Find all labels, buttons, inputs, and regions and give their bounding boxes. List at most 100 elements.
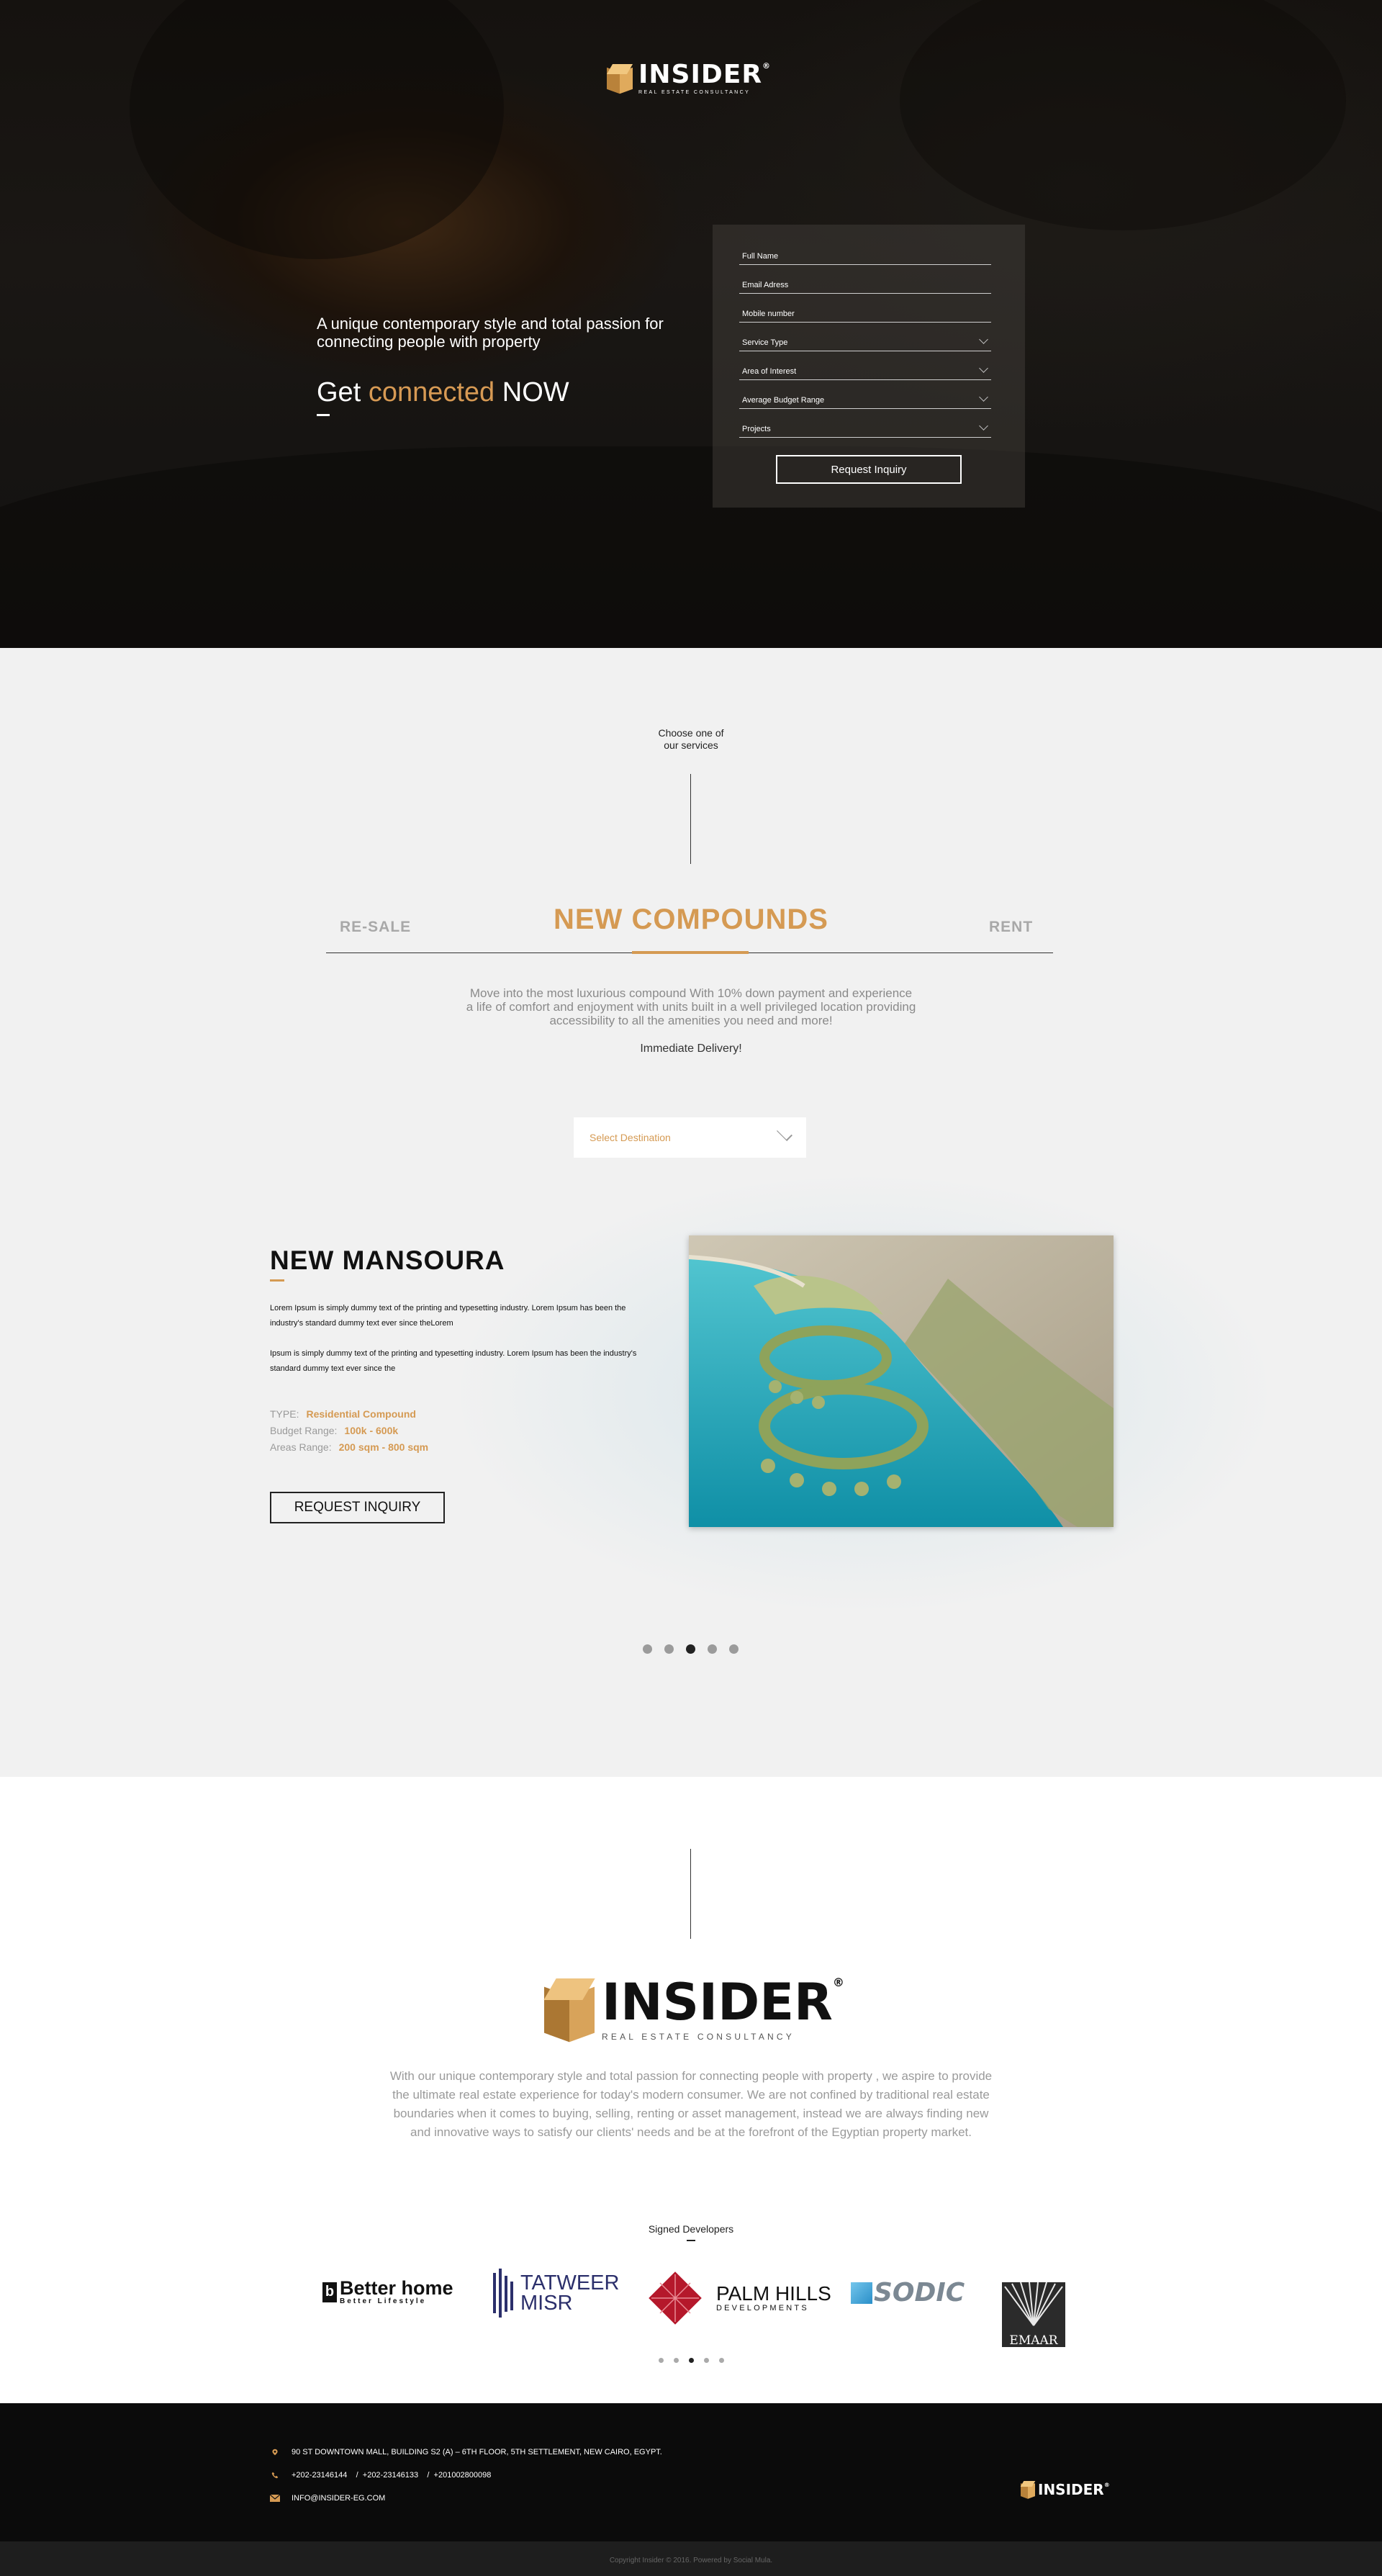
chevron-down-icon [777, 1125, 792, 1141]
services-intro-line2: our services [664, 739, 718, 751]
footer-wordmark: INSIDER [1038, 2481, 1104, 2498]
developer-slider-dot[interactable] [704, 2358, 709, 2363]
developer-name: EMAAR [1009, 2333, 1058, 2347]
divider-vertical [690, 774, 691, 864]
footer-phones: +202-23146144 / +202-23146133 / +2010028… [270, 2471, 491, 2480]
tab-resale[interactable]: RE-SALE [340, 919, 411, 936]
logo-wordmark: INSIDER [638, 60, 763, 89]
cube-logo-icon [543, 1978, 595, 2043]
developer-slider-dot[interactable] [674, 2358, 679, 2363]
phone-numbers[interactable]: +202-23146144 / +202-23146133 / +2010028… [292, 2471, 491, 2480]
meta-label: Areas Range: [270, 1441, 332, 1453]
header-logo[interactable]: INSIDER® REAL ESTATE CONSULTANCY [606, 60, 772, 95]
email-field[interactable]: Email Adress [739, 266, 991, 294]
full-name-placeholder: Full Name [742, 252, 779, 261]
developer-name-line2: MISR [520, 2292, 573, 2315]
request-inquiry-button[interactable]: Request Inquiry [776, 455, 962, 484]
logo-tagline: REAL ESTATE CONSULTANCY [638, 90, 751, 95]
project-title: NEW MANSOURA [270, 1246, 505, 1275]
mobile-placeholder: Mobile number [742, 310, 795, 318]
developer-slider-dot-active[interactable] [689, 2358, 694, 2363]
tab-rent[interactable]: RENT [989, 919, 1033, 936]
registered-mark: ® [832, 1976, 844, 1989]
tab-new-compounds[interactable]: NEW COMPOUNDS [468, 904, 914, 936]
chevron-down-icon [979, 421, 988, 431]
phone-icon [271, 2472, 279, 2479]
tree-silhouette [900, 0, 1346, 230]
slider-dot[interactable] [664, 1644, 674, 1654]
footer-email: INFO@INSIDER-EG.COM [270, 2494, 385, 2503]
email-placeholder: Email Adress [742, 281, 789, 289]
services-section: Choose one of our services RE-SALE NEW C… [0, 648, 1382, 1777]
active-tab-indicator [632, 951, 749, 954]
footer: 90 ST DOWNTOWN MALL, BUILDING S2 (A) – 6… [0, 2403, 1382, 2576]
meta-label: TYPE: [270, 1408, 299, 1420]
about-wordmark: INSIDER [602, 1973, 833, 2032]
developer-name: PALM HILLS [716, 2282, 831, 2305]
destination-placeholder: Select Destination [590, 1132, 671, 1143]
project-aerial-image [689, 1235, 1114, 1527]
area-of-interest-label: Area of Interest [742, 367, 797, 376]
meta-value: 100k - 600k [344, 1425, 399, 1436]
developer-name: SODIC [874, 2278, 965, 2307]
developer-logo-sodic[interactable]: SODIC [851, 2278, 965, 2307]
location-pin-icon [272, 2449, 278, 2456]
slider-dot[interactable] [729, 1644, 739, 1654]
project-paragraph-1: Lorem Ipsum is simply dummy text of the … [270, 1304, 626, 1328]
full-name-field[interactable]: Full Name [739, 238, 991, 265]
registered-mark: ® [762, 61, 772, 71]
ground-shadow [0, 446, 1382, 648]
about-description: With our unique contemporary style and t… [389, 2069, 993, 2139]
hero-tagline: A unique contemporary style and total pa… [317, 315, 664, 351]
cta-accent: connected [368, 377, 495, 407]
mobile-field[interactable]: Mobile number [739, 295, 991, 323]
palm-silhouette [130, 0, 504, 259]
service-description-line: a life of comfort and enjoyment with uni… [466, 1000, 916, 1014]
projects-label: Projects [742, 425, 771, 433]
developer-name: TATWEER [520, 2271, 620, 2294]
service-type-label: Service Type [742, 338, 788, 347]
developer-subtitle: DEVELOPMENTS [716, 2304, 809, 2312]
service-type-select[interactable]: Service Type [739, 324, 991, 351]
developer-logo-tatweer[interactable]: TATWEER MISR [492, 2269, 619, 2318]
budget-range-label: Average Budget Range [742, 396, 825, 405]
email-link[interactable]: INFO@INSIDER-EG.COM [292, 2494, 385, 2503]
developer-logo-betterhome[interactable]: b Better home Better Lifestyle [322, 2279, 453, 2305]
service-description-line: accessibility to all the amenities you n… [549, 1014, 833, 1027]
services-intro: Choose one of our services [619, 727, 763, 752]
cta-suffix: NOW [494, 377, 569, 407]
sunburst-icon [1004, 2282, 1063, 2326]
developer-logo-palmhills[interactable]: PALM HILLS DEVELOPMENTS [644, 2267, 831, 2329]
cube-logo-icon [1020, 2481, 1036, 2499]
project-budget: Budget Range: 100k - 600k [270, 1425, 398, 1436]
developer-slider-dot[interactable] [719, 2358, 724, 2363]
services-intro-line1: Choose one of [658, 727, 724, 739]
service-description-line: Move into the most luxurious compound Wi… [469, 986, 913, 1000]
address-text: 90 ST DOWNTOWN MALL, BUILDING S2 (A) – 6… [292, 2448, 662, 2456]
footer-address: 90 ST DOWNTOWN MALL, BUILDING S2 (A) – 6… [270, 2448, 662, 2456]
cube-icon [851, 2282, 872, 2304]
chevron-down-icon [979, 335, 988, 344]
b-icon: b [322, 2282, 337, 2302]
about-tagline: REAL ESTATE CONSULTANCY [602, 2032, 795, 2042]
meta-label: Budget Range: [270, 1425, 338, 1436]
registered-mark: ® [1103, 2482, 1110, 2488]
project-type: TYPE: Residential Compound [270, 1408, 416, 1420]
destination-dropdown[interactable]: Select Destination [574, 1117, 806, 1158]
slider-dot[interactable] [643, 1644, 652, 1654]
meta-value: 200 sqm - 800 sqm [338, 1441, 429, 1453]
area-of-interest-select[interactable]: Area of Interest [739, 353, 991, 380]
tatweer-bars-icon [493, 2269, 513, 2318]
project-request-inquiry-button[interactable]: REQUEST INQUIRY [270, 1492, 445, 1523]
developer-slider-dot[interactable] [659, 2358, 664, 2363]
budget-range-select[interactable]: Average Budget Range [739, 382, 991, 409]
chevron-down-icon [979, 364, 988, 373]
heading-underline [687, 2240, 695, 2241]
developer-logo-emaar[interactable]: EMAAR [1002, 2282, 1065, 2347]
delivery-note: Immediate Delivery! [640, 1042, 742, 1055]
slider-dot[interactable] [708, 1644, 717, 1654]
developer-name: Better home [340, 2277, 453, 2299]
slider-dot-active[interactable] [686, 1644, 695, 1654]
footer-logo[interactable]: INSIDER® [1020, 2481, 1110, 2499]
projects-select[interactable]: Projects [739, 410, 991, 438]
